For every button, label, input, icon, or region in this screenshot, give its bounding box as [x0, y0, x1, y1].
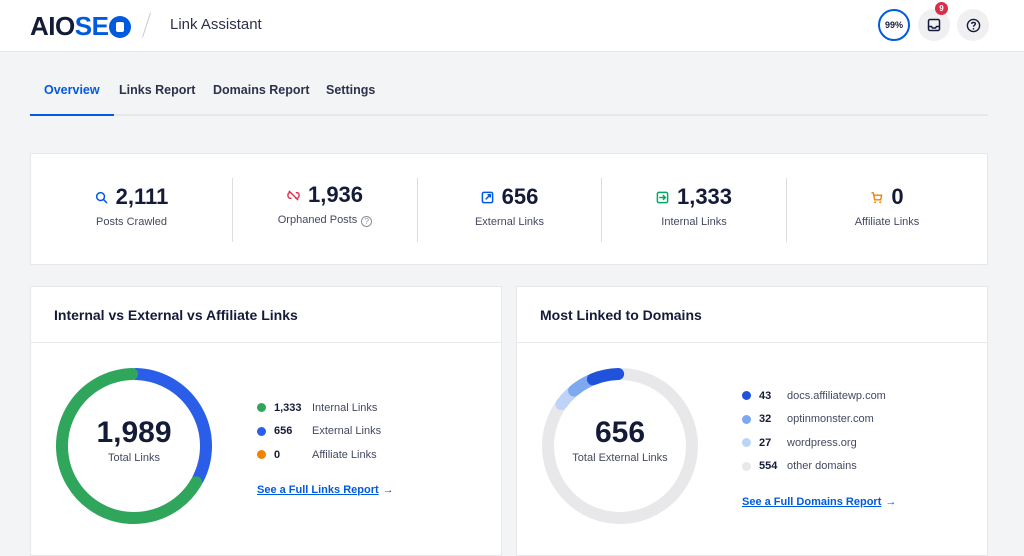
full-links-report-link[interactable]: See a Full Links Report → [257, 484, 394, 496]
posts-crawled-value: 2,111 [115, 184, 169, 209]
legend-dot [742, 438, 751, 448]
posts-crawled-label: Posts Crawled [96, 216, 167, 228]
legend-dot [742, 461, 751, 471]
domains-panel-title: Most Linked to Domains [540, 307, 702, 323]
tab-settings[interactable]: Settings [326, 83, 375, 116]
links-donut-center: 1,989 Total Links [53, 416, 215, 464]
unlink-icon [287, 189, 300, 201]
internal-links-value: 1,333 [676, 184, 733, 209]
stat-internal-links: 1,333 Internal Links [602, 154, 786, 266]
links-legend: 1,333 Internal Links 656 External Links … [257, 396, 381, 467]
legend-value: 27 [759, 436, 772, 449]
stat-external-links: 656 External Links [418, 154, 601, 266]
external-link-icon [481, 191, 493, 203]
logo-text-seo: SE [74, 11, 109, 41]
legend-item-domain: 554 other domains [742, 455, 886, 479]
total-links-value: 1,989 [96, 416, 172, 449]
legend-value: 1,333 [274, 401, 302, 414]
stat-posts-crawled: 2,111 Posts Crawled [31, 154, 232, 266]
seo-score-button[interactable]: 99% [878, 9, 910, 41]
total-external-value: 656 [594, 416, 646, 449]
legend-dot-external [257, 426, 266, 436]
legend-value: 0 [274, 448, 281, 461]
divider [517, 342, 987, 343]
external-links-label: External Links [474, 216, 545, 228]
legend-dot [742, 414, 751, 424]
question-icon[interactable]: ? [361, 216, 373, 227]
legend-dot [742, 391, 751, 401]
search-icon [95, 191, 108, 203]
arrow-right-icon: → [885, 496, 897, 508]
legend-item-internal: 1,333 Internal Links [257, 396, 381, 420]
domains-legend: 43 docs.affiliatewp.com 32 optinmonster.… [742, 384, 886, 478]
legend-label: docs.affiliatewp.com [787, 389, 886, 402]
legend-item-domain: 43 docs.affiliatewp.com [742, 384, 886, 408]
legend-dot-affiliate [257, 450, 266, 460]
donut-segment-optinmonster-com [568, 374, 596, 397]
legend-item-affiliate: 0 Affiliate Links [257, 443, 381, 467]
page-title: Link Assistant [170, 16, 262, 33]
legend-label: Affiliate Links [312, 448, 377, 461]
notifications-count-badge: 9 [935, 2, 948, 15]
legend-item-external: 656 External Links [257, 420, 381, 444]
legend-value: 554 [759, 460, 778, 473]
links-panel-title: Internal vs External vs Affiliate Links [54, 307, 298, 323]
inbox-icon [927, 18, 941, 32]
total-external-label: Total External Links [572, 452, 668, 464]
links-breakdown-panel: Internal vs External vs Affiliate Links … [30, 286, 502, 556]
divider [31, 342, 501, 343]
legend-label: other domains [787, 460, 857, 473]
link-text[interactable]: See a Full Links Report [257, 484, 379, 496]
tab-domains-report[interactable]: Domains Report [213, 83, 310, 116]
logo-text-aio: AIO [30, 11, 75, 41]
arrow-right-icon: → [382, 484, 394, 496]
legend-value: 43 [759, 389, 772, 402]
internal-link-icon [656, 191, 669, 203]
cart-icon [871, 191, 883, 203]
help-icon [966, 18, 980, 32]
legend-item-domain: 32 optinmonster.com [742, 408, 886, 432]
top-bar: AIOSE Link Assistant 99% 9 [0, 0, 1024, 52]
donut-segment-docs-affiliatewp-com [586, 368, 625, 386]
link-text[interactable]: See a Full Domains Report [742, 496, 881, 508]
stat-orphaned-posts: 1,936 Orphaned Posts? [233, 154, 417, 266]
legend-value: 32 [759, 413, 772, 426]
full-domains-report-link[interactable]: See a Full Domains Report → [742, 496, 896, 508]
tab-bar: Overview Links Report Domains Report Set… [30, 70, 988, 116]
aioseo-logo[interactable]: AIOSE [30, 11, 132, 41]
orphaned-posts-label: Orphaned Posts [277, 214, 358, 226]
logo-gear-icon [109, 16, 132, 38]
breadcrumb-separator [142, 12, 151, 38]
affiliate-links-label: Affiliate Links [854, 216, 920, 228]
orphaned-posts-label-row: Orphaned Posts? [233, 214, 417, 227]
stat-affiliate-links: 0 Affiliate Links [787, 154, 987, 266]
legend-value: 656 [274, 425, 293, 438]
affiliate-links-value: 0 [891, 184, 904, 209]
total-links-label: Total Links [108, 452, 160, 464]
external-links-value: 656 [501, 184, 539, 209]
domains-donut-center: 656 Total External Links [539, 416, 701, 464]
stats-card: 2,111 Posts Crawled 1,936 Orphaned Posts… [30, 153, 988, 265]
tab-links-report[interactable]: Links Report [119, 83, 195, 116]
legend-item-domain: 27 wordpress.org [742, 431, 886, 455]
domains-panel: Most Linked to Domains 656 Total Externa… [516, 286, 988, 556]
legend-label: wordpress.org [787, 436, 857, 449]
help-button[interactable] [957, 9, 989, 41]
tab-overview[interactable]: Overview [30, 83, 114, 116]
orphaned-posts-value: 1,936 [307, 182, 364, 207]
legend-label: Internal Links [312, 401, 378, 414]
legend-label: External Links [312, 425, 382, 438]
legend-label: optinmonster.com [787, 413, 874, 426]
legend-dot-internal [257, 403, 266, 413]
internal-links-label: Internal Links [661, 216, 727, 228]
